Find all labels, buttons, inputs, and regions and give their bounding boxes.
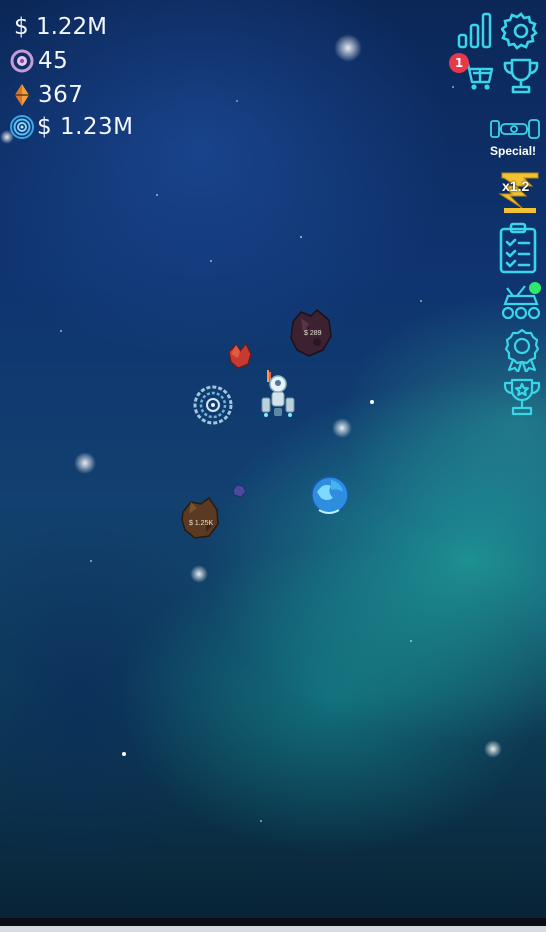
settings-button[interactable]: [500, 10, 542, 52]
portal-ring[interactable]: [192, 384, 234, 426]
asteroid-value-label: $ 289: [304, 330, 322, 337]
star: [370, 400, 374, 404]
gear-icon: [501, 12, 538, 50]
player-spaceship[interactable]: [258, 368, 298, 420]
gem-value: 45: [38, 48, 69, 74]
money-value: $ 1.22M: [14, 14, 107, 40]
star: [260, 820, 262, 822]
star: [300, 236, 302, 238]
spaceship-icon: [490, 119, 540, 139]
awards-button[interactable]: [502, 328, 542, 372]
money-counter: $ 1.22M: [14, 14, 107, 40]
star: [420, 300, 422, 302]
crystal-value: 367: [38, 82, 84, 108]
asteroid-value-label: $ 1.25K: [189, 520, 214, 527]
stats-button[interactable]: [455, 10, 495, 50]
award-ribbon-icon: [504, 328, 540, 372]
star: [334, 34, 362, 62]
star: [210, 260, 212, 262]
rover-icon: [501, 282, 541, 320]
asteroid-small-purple[interactable]: [231, 483, 247, 498]
rover-button[interactable]: [499, 280, 543, 322]
income-counter: $ 1.23M: [9, 114, 134, 140]
bar-chart-icon: [457, 12, 492, 49]
clipboard-icon: [499, 222, 537, 274]
star: [74, 452, 96, 474]
trophy-star-icon: [503, 378, 541, 416]
portal-icon: [9, 114, 35, 140]
asteroid-brown[interactable]: [178, 496, 220, 540]
star: [484, 740, 502, 758]
multiplier-label: x1.2: [502, 178, 530, 194]
system-bottom-bar: [0, 918, 546, 932]
star: [236, 100, 238, 102]
game-viewport[interactable]: $ 1.22M 45 367 $ 1.23M 1 Special! x1.2 $…: [0, 0, 546, 918]
crystal-counter: 367: [12, 82, 83, 108]
star: [332, 418, 352, 438]
star: [122, 752, 126, 756]
star: [156, 194, 158, 196]
star: [410, 640, 412, 642]
crystal-icon: [12, 83, 32, 107]
shop-notification-badge: 1: [449, 53, 469, 73]
asteroid-red-crystal[interactable]: [226, 342, 254, 370]
star: [452, 86, 454, 88]
achievements-button[interactable]: [500, 56, 542, 96]
special-offer-button[interactable]: [486, 114, 544, 144]
gem-counter: 45: [10, 48, 68, 74]
trophy-icon: [503, 58, 539, 94]
star: [60, 330, 62, 332]
planet-blue[interactable]: [309, 470, 351, 518]
special-label: Special!: [490, 144, 537, 158]
missions-button[interactable]: [497, 222, 539, 274]
gem-icon: [10, 49, 34, 73]
income-value: $ 1.23M: [37, 114, 134, 140]
leaderboard-button[interactable]: [501, 376, 543, 418]
star: [190, 565, 208, 583]
star: [90, 560, 92, 562]
